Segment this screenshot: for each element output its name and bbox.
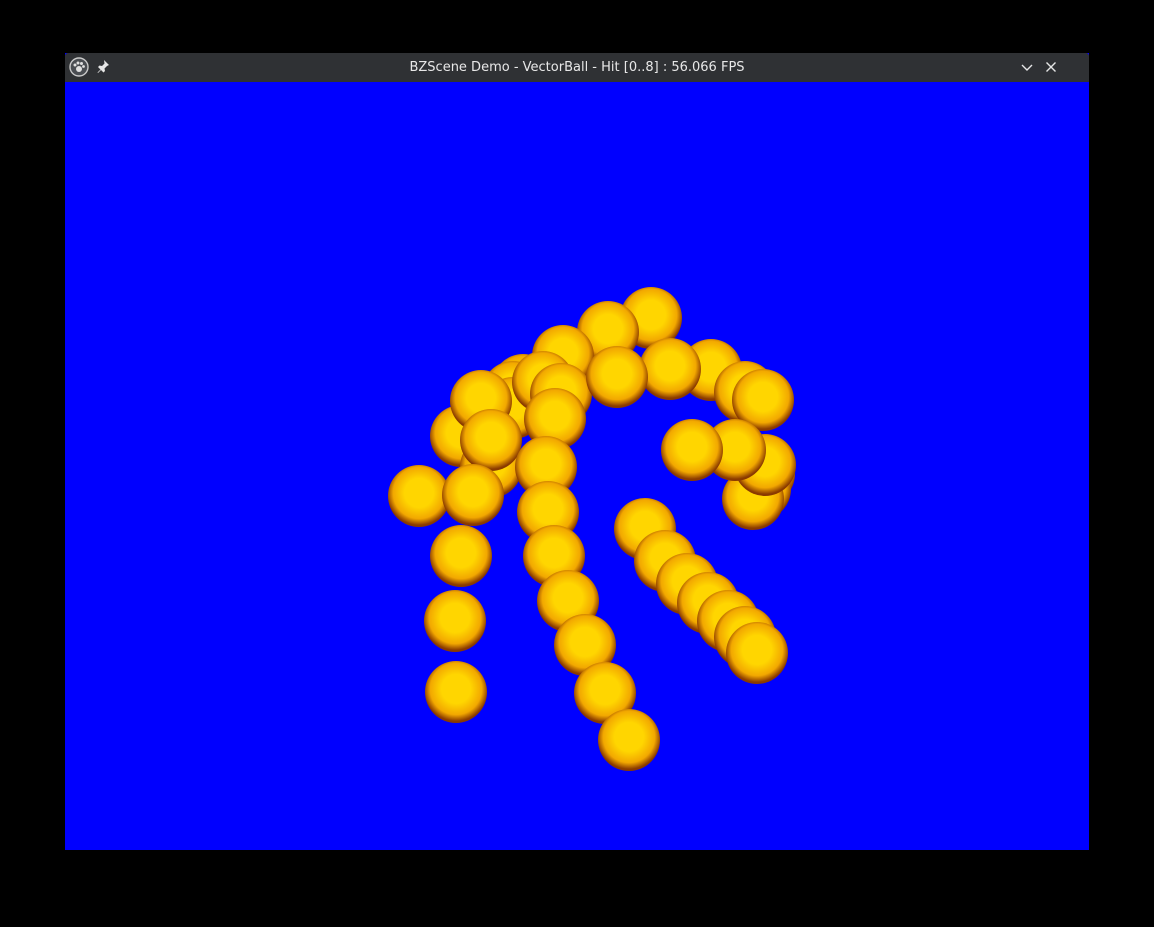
vector-ball	[661, 419, 723, 481]
title-bar[interactable]: BZScene Demo - VectorBall - Hit [0..8] :…	[65, 53, 1089, 82]
app-window: BZScene Demo - VectorBall - Hit [0..8] :…	[65, 53, 1089, 850]
vector-ball	[586, 346, 648, 408]
scene-canvas	[388, 287, 796, 771]
vector-ball	[726, 622, 788, 684]
vector-ball	[442, 464, 504, 526]
close-icon[interactable]	[1043, 59, 1059, 75]
vector-ball	[388, 465, 450, 527]
pin-icon[interactable]	[96, 59, 110, 75]
chevron-down-icon[interactable]	[1019, 59, 1035, 75]
vector-ball	[425, 661, 487, 723]
vector-ball	[598, 709, 660, 771]
vector-ball	[460, 409, 522, 471]
paw-icon[interactable]	[69, 57, 89, 77]
render-viewport[interactable]	[65, 82, 1089, 850]
window-title: BZScene Demo - VectorBall - Hit [0..8] :…	[409, 60, 745, 75]
ball-group	[388, 287, 796, 771]
vector-ball	[430, 525, 492, 587]
vector-ball	[639, 338, 701, 400]
vector-ball	[424, 590, 486, 652]
